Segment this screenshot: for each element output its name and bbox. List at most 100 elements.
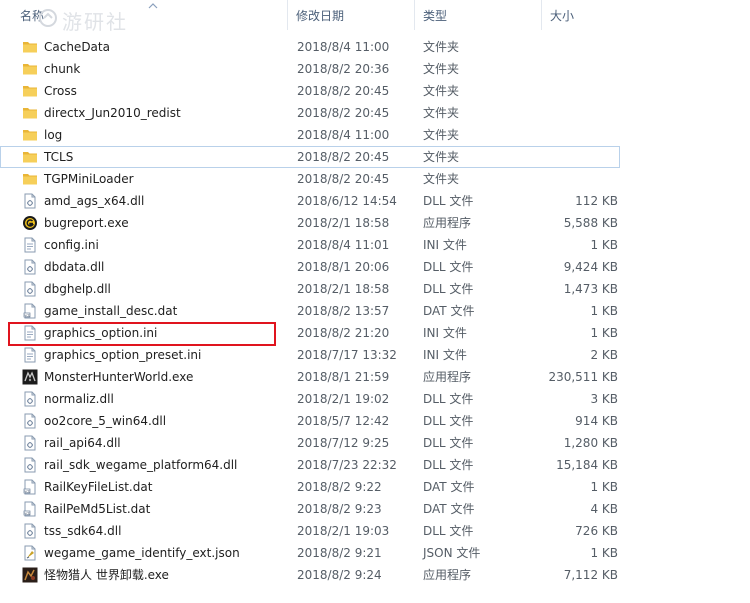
file-type: 应用程序 xyxy=(423,370,472,384)
dll-file-icon xyxy=(22,193,38,209)
dll-file-icon xyxy=(22,435,38,451)
folder-icon xyxy=(22,39,38,55)
watermark-text: 游研社 xyxy=(62,10,128,34)
file-row[interactable]: config.ini 2018/8/4 11:01 INI 文件 1 KB xyxy=(0,234,750,256)
file-type: DLL 文件 xyxy=(423,414,474,428)
file-row[interactable]: rail_sdk_wegame_platform64.dll 2018/7/23 … xyxy=(0,454,750,476)
folder-row[interactable]: log 2018/8/4 11:00 文件夹 xyxy=(0,124,750,146)
file-name: game_install_desc.dat xyxy=(44,304,178,318)
file-modified-date: 2018/8/2 20:45 xyxy=(297,84,390,98)
file-name: 怪物猎人 世界卸载.exe xyxy=(44,568,169,582)
folder-row[interactable]: directx_Jun2010_redist 2018/8/2 20:45 文件夹 xyxy=(0,102,750,124)
file-name: log xyxy=(44,128,63,142)
file-name: wegame_game_identify_ext.json xyxy=(44,546,240,560)
file-name: directx_Jun2010_redist xyxy=(44,106,181,120)
file-type: INI 文件 xyxy=(423,348,467,362)
file-name: Cross xyxy=(44,84,77,98)
file-type: 文件夹 xyxy=(423,106,460,120)
sort-ascending-icon xyxy=(148,3,158,9)
monster-hunter-app-icon xyxy=(22,369,38,385)
file-row[interactable]: 怪物猎人 世界卸载.exe 2018/8/2 9:24 应用程序 7,112 KB xyxy=(0,564,750,586)
file-row[interactable]: vcb RailKeyFileList.dat 2018/8/2 9:22 DAT 文… xyxy=(0,476,750,498)
file-type: DAT 文件 xyxy=(423,502,475,516)
file-modified-date: 2018/2/1 18:58 xyxy=(297,282,390,296)
ini-file-icon xyxy=(22,237,38,253)
file-size: 1 KB xyxy=(590,326,618,340)
file-name: rail_api64.dll xyxy=(44,436,121,450)
file-type: INI 文件 xyxy=(423,326,467,340)
file-row[interactable]: dbghelp.dll 2018/2/1 18:58 DLL 文件 1,473 KB xyxy=(0,278,750,300)
file-type: 应用程序 xyxy=(423,568,472,582)
file-modified-date: 2018/8/4 11:00 xyxy=(297,40,390,54)
file-size: 2 KB xyxy=(590,348,618,362)
file-type: 文件夹 xyxy=(423,150,460,164)
svg-text:vcb: vcb xyxy=(24,313,30,317)
folder-icon xyxy=(22,61,38,77)
file-size: 1 KB xyxy=(590,480,618,494)
file-modified-date: 2018/8/2 21:20 xyxy=(297,326,390,340)
file-type: 文件夹 xyxy=(423,84,460,98)
file-modified-date: 2018/8/4 11:01 xyxy=(297,238,390,252)
file-row[interactable]: normaliz.dll 2018/2/1 19:02 DLL 文件 3 KB xyxy=(0,388,750,410)
file-size: 5,588 KB xyxy=(563,216,618,230)
file-row[interactable]: oo2core_5_win64.dll 2018/5/7 12:42 DLL 文件 9… xyxy=(0,410,750,432)
file-modified-date: 2018/2/1 19:02 xyxy=(297,392,390,406)
file-row[interactable]: wegame_game_identify_ext.json 2018/8/2 9:… xyxy=(0,542,750,564)
file-name: graphics_option_preset.ini xyxy=(44,348,202,362)
file-row[interactable]: amd_ags_x64.dll 2018/6/12 14:54 DLL 文件 112 … xyxy=(0,190,750,212)
column-header-type[interactable]: 类型 xyxy=(415,0,542,30)
file-name: TGPMiniLoader xyxy=(44,172,134,186)
column-header-size[interactable]: 大小 xyxy=(542,0,628,30)
file-modified-date: 2018/8/1 20:06 xyxy=(297,260,390,274)
folder-icon xyxy=(22,149,38,165)
file-modified-date: 2018/5/7 12:42 xyxy=(297,414,390,428)
folder-icon xyxy=(22,127,38,143)
folder-row[interactable]: Cross 2018/8/2 20:45 文件夹 xyxy=(0,80,750,102)
file-row[interactable]: MonsterHunterWorld.exe 2018/8/1 21:59 应用程序… xyxy=(0,366,750,388)
file-name: dbdata.dll xyxy=(44,260,105,274)
column-header-size-label: 大小 xyxy=(550,9,575,23)
file-type: DLL 文件 xyxy=(423,458,474,472)
file-row[interactable]: bugreport.exe 2018/2/1 18:58 应用程序 5,588 KB xyxy=(0,212,750,234)
file-name: chunk xyxy=(44,62,81,76)
folder-row[interactable]: TGPMiniLoader 2018/8/2 20:45 文件夹 xyxy=(0,168,750,190)
file-row[interactable]: graphics_option_preset.ini 2018/7/17 13:3… xyxy=(0,344,750,366)
column-header-date-label: 修改日期 xyxy=(296,9,345,23)
folder-row[interactable]: TCLS 2018/8/2 20:45 文件夹 xyxy=(0,146,620,168)
file-size: 230,511 KB xyxy=(548,370,618,384)
folder-row[interactable]: CacheData 2018/8/4 11:00 文件夹 xyxy=(0,36,750,58)
file-modified-date: 2018/8/2 9:24 xyxy=(297,568,382,582)
file-row[interactable]: tss_sdk64.dll 2018/2/1 19:03 DLL 文件 726 KB xyxy=(0,520,750,542)
folder-icon xyxy=(22,105,38,121)
dll-file-icon xyxy=(22,259,38,275)
file-size: 15,184 KB xyxy=(556,458,618,472)
column-header-date[interactable]: 修改日期 xyxy=(288,0,415,30)
file-row[interactable]: vcb game_install_desc.dat 2018/8/2 13:57 DA… xyxy=(0,300,750,322)
file-row[interactable]: rail_api64.dll 2018/7/12 9:25 DLL 文件 1,280 … xyxy=(0,432,750,454)
watermark-logo-icon xyxy=(39,9,57,27)
file-name: RailKeyFileList.dat xyxy=(44,480,153,494)
uninstaller-app-icon xyxy=(22,567,38,583)
file-modified-date: 2018/7/23 22:32 xyxy=(297,458,397,472)
file-type: DLL 文件 xyxy=(423,392,474,406)
file-type: DLL 文件 xyxy=(423,260,474,274)
file-type: 文件夹 xyxy=(423,40,460,54)
file-modified-date: 2018/8/4 11:00 xyxy=(297,128,390,142)
dll-file-icon xyxy=(22,413,38,429)
file-size: 7,112 KB xyxy=(563,568,618,582)
file-size: 4 KB xyxy=(590,502,618,516)
json-file-icon xyxy=(22,545,38,561)
file-row[interactable]: vcb RailPeMd5List.dat 2018/8/2 9:23 DAT 文件 4… xyxy=(0,498,750,520)
file-name: rail_sdk_wegame_platform64.dll xyxy=(44,458,238,472)
file-modified-date: 2018/6/12 14:54 xyxy=(297,194,397,208)
dll-file-icon xyxy=(22,391,38,407)
file-modified-date: 2018/7/12 9:25 xyxy=(297,436,390,450)
file-type: 应用程序 xyxy=(423,216,472,230)
file-name: bugreport.exe xyxy=(44,216,129,230)
file-modified-date: 2018/8/1 21:59 xyxy=(297,370,390,384)
folder-row[interactable]: chunk 2018/8/2 20:36 文件夹 xyxy=(0,58,750,80)
file-row[interactable]: dbdata.dll 2018/8/1 20:06 DLL 文件 9,424 KB xyxy=(0,256,750,278)
file-name: config.ini xyxy=(44,238,99,252)
file-type: 文件夹 xyxy=(423,128,460,142)
file-size: 9,424 KB xyxy=(563,260,618,274)
